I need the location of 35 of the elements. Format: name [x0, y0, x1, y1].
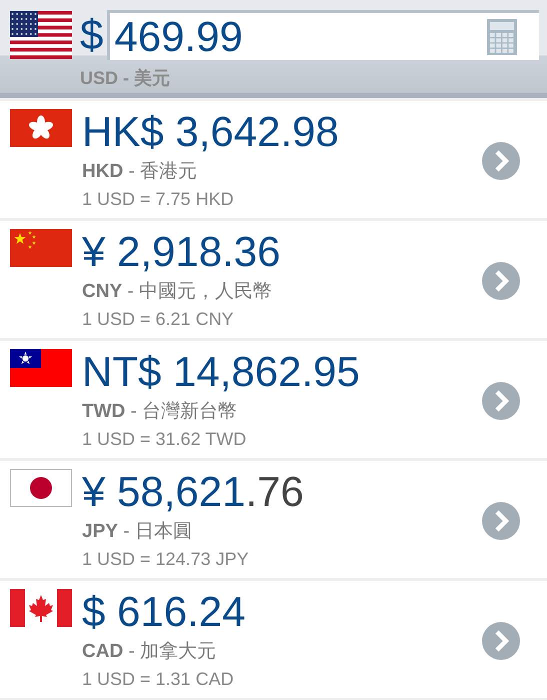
- flag-icon: [10, 109, 72, 147]
- amount-input[interactable]: 469.99: [107, 10, 539, 60]
- flag-icon: [10, 229, 72, 267]
- currency-name: CNY - 中國元，人民幣: [82, 280, 274, 304]
- currency-row[interactable]: ¥ 2,918.36 CNY - 中國元，人民幣 1 USD = 6.21 CNY: [0, 221, 547, 338]
- converted-amount: $ 616.24: [82, 589, 246, 635]
- exchange-rate: 1 USD = 1.31 CAD: [82, 669, 235, 690]
- currency-row[interactable]: ¥ 58,621.76 JPY - 日本圓 1 USD = 124.73 JPY: [0, 461, 547, 578]
- currency-name: TWD - 台灣新台幣: [82, 400, 238, 424]
- flag-icon: [10, 349, 72, 387]
- converted-amount: ¥ 2,918.36: [82, 229, 282, 275]
- chevron-icon[interactable]: [481, 141, 521, 181]
- exchange-rate: 1 USD = 31.62 TWD: [82, 429, 248, 450]
- chevron-icon[interactable]: [481, 261, 521, 301]
- currency-name: CAD - 加拿大元: [82, 640, 218, 664]
- currency-row[interactable]: HK$ 3,642.98 HKD - 香港元 1 USD = 7.75 HKD: [0, 101, 547, 218]
- chevron-icon[interactable]: [481, 381, 521, 421]
- exchange-rate: 1 USD = 124.73 JPY: [82, 549, 250, 570]
- flag-icon: [10, 589, 72, 627]
- exchange-rate: 1 USD = 7.75 HKD: [82, 189, 235, 210]
- currency-symbol: $: [80, 11, 104, 59]
- currency-row[interactable]: $ 616.24 CAD - 加拿大元 1 USD = 1.31 CAD: [0, 581, 547, 698]
- currency-name: JPY - 日本圓: [82, 520, 193, 544]
- currency-row[interactable]: NT$ 14,862.95 TWD - 台灣新台幣 1 USD = 31.62 TWD: [0, 341, 547, 458]
- converted-amount: ¥ 58,621.76: [82, 469, 305, 515]
- exchange-rate: 1 USD = 6.21 CNY: [82, 309, 235, 330]
- flag-icon: [10, 469, 72, 507]
- converted-amount: HK$ 3,642.98: [82, 109, 340, 155]
- chevron-icon[interactable]: [481, 621, 521, 661]
- flag-icon: [10, 11, 72, 59]
- chevron-icon[interactable]: [481, 501, 521, 541]
- calculator-icon[interactable]: [487, 18, 517, 54]
- currency-name: HKD - 香港元: [82, 160, 198, 184]
- converted-amount: NT$ 14,862.95: [82, 349, 361, 395]
- currency-caption: USD - 美元: [80, 67, 170, 90]
